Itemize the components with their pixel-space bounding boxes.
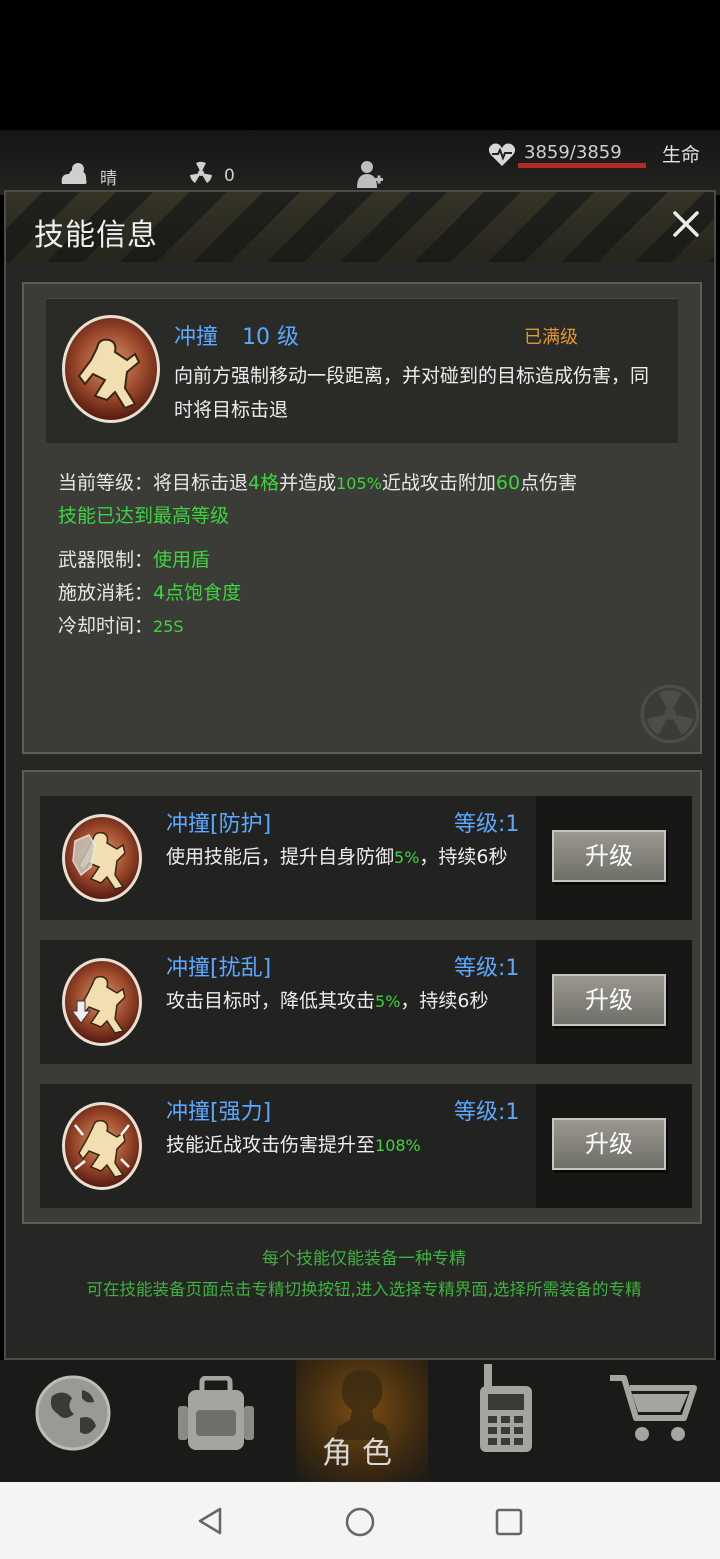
hp-value: 3859/3859 — [524, 142, 622, 163]
spec-action-area: 升级 — [536, 796, 692, 920]
spec-desc-suffix: ，持续6秒 — [419, 846, 508, 868]
backpack-icon — [178, 1376, 254, 1450]
skill-info-modal: 技能信息 冲撞 10 级 已满级 向前方强制移动一段距离，并对碰到的目标造成伤害… — [4, 190, 716, 1360]
cart-icon — [610, 1375, 697, 1441]
heart-icon — [488, 143, 516, 166]
current-level-effect: 当前等级：将目标击退4格并造成105%近战攻击附加60点伤害 — [58, 468, 577, 495]
weapon-label: 武器限制： — [58, 549, 154, 571]
nav-radio[interactable] — [432, 1360, 576, 1482]
spec-action-area: 升级 — [536, 940, 692, 1064]
skill-name: 冲撞 — [174, 325, 219, 350]
hp-bar — [518, 163, 646, 168]
skill-description: 向前方强制移动一段距离，并对碰到的目标造成伤害，同时将目标击退 — [174, 365, 650, 421]
spec-note-line1: 每个技能仅能装备一种专精 — [262, 1249, 466, 1269]
weather-label: 晴 — [100, 169, 117, 189]
globe-icon — [35, 1375, 111, 1451]
specialization-row: 冲撞[防护] 等级:1 使用技能后，提升自身防御5%，持续6秒 升级 — [40, 796, 692, 920]
skill-level: 10 级 — [242, 325, 299, 350]
spec-desc-prefix: 攻击目标时，降低其攻击 — [166, 990, 376, 1012]
spec-level: 等级:1 — [454, 812, 520, 837]
current-mid2: 近战攻击附加 — [381, 472, 496, 494]
modal-title: 技能信息 — [34, 218, 158, 253]
spec-description: 攻击目标时，降低其攻击5%，持续6秒 — [166, 986, 489, 1013]
nav-world[interactable] — [0, 1360, 144, 1482]
spec-level: 等级:1 — [454, 956, 520, 981]
cooldown-value: 25S — [153, 617, 184, 636]
specialization-panel: 冲撞[防护] 等级:1 使用技能后，提升自身防御5%，持续6秒 升级 冲撞[扰乱… — [22, 770, 702, 1299]
close-icon[interactable] — [670, 208, 702, 240]
radio-icon — [480, 1364, 532, 1452]
specialization-row: 冲撞[强力] 等级:1 技能近战攻击伤害提升至108% 升级 — [40, 1084, 692, 1208]
cast-cost: 施放消耗：4点饱食度 — [58, 578, 241, 605]
disrupt-charge-icon — [62, 958, 142, 1046]
hp-label: 生命 — [662, 144, 701, 166]
charge-skill-icon — [62, 315, 160, 423]
cost-label: 施放消耗： — [58, 582, 154, 604]
spec-desc-prefix: 使用技能后，提升自身防御 — [166, 846, 395, 868]
nav-shop[interactable] — [576, 1360, 720, 1482]
nav-character[interactable]: 角色 — [296, 1360, 428, 1482]
spec-desc-value: 108% — [375, 1136, 421, 1155]
spec-description: 使用技能后，提升自身防御5%，持续6秒 — [166, 842, 508, 869]
upgrade-button[interactable]: 升级 — [552, 974, 666, 1026]
back-icon[interactable] — [196, 1506, 224, 1536]
add-friend-icon[interactable] — [357, 160, 383, 188]
current-suffix: 点伤害 — [520, 472, 578, 494]
skill-header: 冲撞 10 级 已满级 向前方强制移动一段距离，并对碰到的目标造成伤害，同时将目… — [46, 298, 678, 443]
power-charge-icon — [62, 1102, 142, 1190]
spec-desc-value: 5% — [394, 848, 420, 867]
shield-charge-icon — [62, 814, 142, 902]
spec-description: 技能近战攻击伤害提升至108% — [166, 1130, 421, 1157]
nav-backpack[interactable] — [144, 1360, 288, 1482]
damage-percent: 105% — [336, 474, 382, 493]
bottom-nav: 角色 — [0, 1360, 720, 1482]
current-mid: 并造成 — [279, 472, 337, 494]
upgrade-button[interactable]: 升级 — [552, 830, 666, 882]
weather-cloud-icon — [61, 163, 87, 184]
knockback-value: 4格 — [248, 472, 280, 494]
cost-value: 4点饱食度 — [153, 582, 242, 604]
home-icon[interactable] — [344, 1506, 376, 1538]
specialization-row: 冲撞[扰乱] 等级:1 攻击目标时，降低其攻击5%，持续6秒 升级 — [40, 940, 692, 1064]
max-level-badge: 已满级 — [524, 327, 578, 348]
spec-level: 等级:1 — [454, 1100, 520, 1125]
cooldown-label: 冷却时间： — [58, 615, 154, 637]
spec-action-area: 升级 — [536, 1084, 692, 1208]
weapon-value: 使用盾 — [153, 549, 211, 571]
skill-detail-panel: 冲撞 10 级 已满级 向前方强制移动一段距离，并对碰到的目标造成伤害，同时将目… — [22, 282, 702, 754]
nav-character-label: 角色 — [322, 1436, 402, 1471]
spec-name: 冲撞[扰乱] — [166, 956, 272, 981]
current-prefix: 当前等级：将目标击退 — [58, 472, 249, 494]
max-level-note: 技能已达到最高等级 — [58, 505, 230, 527]
spec-desc-value: 5% — [375, 992, 401, 1011]
radiation-watermark-icon — [640, 684, 700, 744]
spec-name: 冲撞[强力] — [166, 1100, 272, 1125]
radiation-icon — [190, 161, 212, 183]
cooldown: 冷却时间：25S — [58, 611, 184, 638]
spec-desc-prefix: 技能近战攻击伤害提升至 — [166, 1134, 376, 1156]
weapon-restriction: 武器限制：使用盾 — [58, 545, 210, 572]
spec-note-line2: 可在技能装备页面点击专精切换按钮,进入选择专精界面,选择所需装备的专精 — [86, 1280, 642, 1299]
bonus-damage: 60 — [495, 472, 521, 494]
upgrade-button[interactable]: 升级 — [552, 1118, 666, 1170]
radiation-value: 0 — [224, 166, 235, 186]
spec-desc-suffix: ，持续6秒 — [400, 990, 489, 1012]
recents-icon[interactable] — [494, 1507, 524, 1537]
system-nav-bar — [0, 1482, 720, 1559]
spec-name: 冲撞[防护] — [166, 812, 272, 837]
